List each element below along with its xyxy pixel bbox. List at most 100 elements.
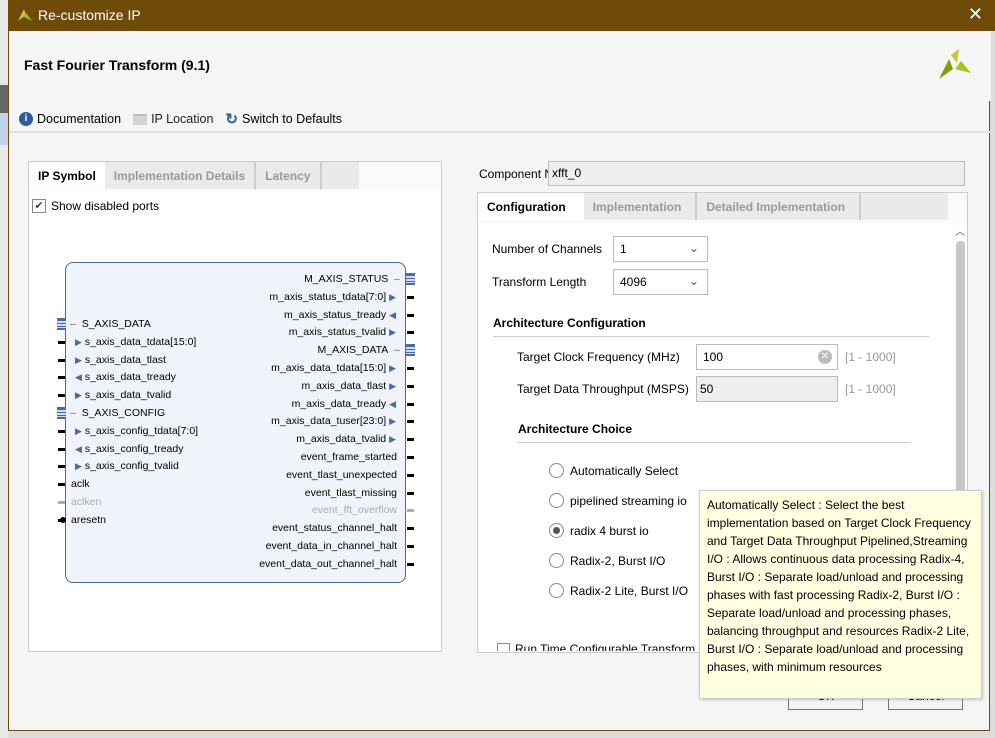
left-port: aresetn [71,513,107,526]
port-pin [58,394,65,398]
tab-ip-symbol[interactable]: IP Symbol [29,162,105,189]
right-port: m_axis_data_tdata[15:0] ▶ [271,362,396,374]
architecture-tooltip: Automatically Select : Select the best i… [699,490,982,699]
right-port: event_data_out_channel_halt [259,557,397,570]
tab-implementation-details[interactable]: Implementation Details [105,162,257,189]
bus-interface-icon [406,344,415,357]
left-port: ◀ s_axis_data_tready [75,371,176,384]
close-button[interactable]: ✕ [968,4,983,25]
input-arrow-icon: ▶ [75,461,82,472]
right-port: event_data_in_channel_halt [265,540,397,552]
left-port: ◀ s_axis_config_tready [75,442,184,455]
input-arrow-icon: ▶ [75,425,82,436]
right-port: m_axis_status_tdata[7:0] ▶ [269,290,396,303]
scroll-up-icon[interactable]: ︿ [955,223,965,238]
tab-implementation[interactable]: Implementation [584,193,698,220]
right-port: m_axis_data_tuser[23:0] ▶ [271,415,396,428]
right-port: M_AXIS_STATUS – [304,273,400,285]
port-pin [407,384,414,388]
input-arrow-icon: ◀ [389,398,396,409]
port-pin [58,358,65,362]
left-port: aclk [71,478,90,491]
channels-select[interactable]: 1 ⌄ [613,236,708,262]
port-pin [407,367,414,370]
chevron-down-icon: ⌄ [688,241,699,255]
port-pin [407,313,414,317]
output-arrow-icon: ▶ [389,416,396,427]
port-pin [407,491,414,495]
left-port: aclken [71,496,102,508]
right-port: m_axis_status_tready ◀ [284,308,396,321]
port-pin [407,295,414,299]
right-port: event_tlast_missing [304,486,397,499]
radio-icon [549,523,564,538]
checkbox-checked-icon: ✔ [32,199,46,213]
right-port: event_status_channel_halt [272,522,397,535]
port-pin [407,509,414,513]
divider [9,131,991,133]
show-disabled-ports-checkbox[interactable]: ✔ Show disabled ports [32,199,159,213]
arch-option-radio[interactable]: Radix-2, Burst I/O [549,553,665,568]
xilinx-logo-icon [939,49,971,79]
port-pin [58,429,65,433]
right-tabs: Configuration Implementation Detailed Im… [478,193,948,220]
chevron-down-icon: ⌄ [688,274,699,288]
bus-interface-icon [57,407,66,419]
architecture-choice-heading: Architecture Choice [518,422,910,443]
throughput-range: [1 - 1000] [845,382,896,396]
ip-location-button[interactable]: IP Location [133,109,213,129]
ip-name: Fast Fourier Transform (9.1) [24,57,210,73]
runtime-configurable-checkbox[interactable]: Run Time Configurable Transform [478,640,698,651]
port-pin [407,527,414,531]
window-title: Re-customize IP [38,7,141,23]
right-port: event_frame_started [300,451,397,463]
bus-interface-icon [57,318,66,330]
radio-icon [549,493,564,508]
clock-frequency-label: Target Clock Frequency (MHz) [517,350,680,364]
output-arrow-icon: ▶ [389,363,396,373]
toolbar: i Documentation IP Location ↻ Switch to De… [19,109,342,129]
left-port: – S_AXIS_DATA [70,318,151,330]
throughput-input[interactable]: 50 [696,376,838,402]
port-pin [58,376,65,380]
output-arrow-icon: ▶ [389,327,396,338]
clock-frequency-input[interactable]: 100 ✕ [696,344,838,370]
clear-icon[interactable]: ✕ [818,350,832,364]
documentation-button[interactable]: i Documentation [19,109,121,129]
left-port: ▶ s_axis_config_tdata[7:0] [75,424,199,437]
arch-option-radio[interactable]: Automatically Select [549,463,678,478]
port-pin [58,501,65,504]
tab-latency[interactable]: Latency [256,162,322,189]
left-port: ▶ s_axis_data_tdata[15:0] [75,335,197,348]
port-pin [407,402,414,406]
background-app-bar [0,85,8,113]
input-arrow-icon: ▶ [75,354,82,365]
component-name-input[interactable]: xfft_0 [548,161,965,186]
refresh-icon: ↻ [225,111,238,128]
architecture-configuration-heading: Architecture Configuration [493,316,929,337]
right-port: m_axis_data_tvalid ▶ [296,433,396,446]
arch-option-radio[interactable]: radix 4 burst io [549,523,649,538]
output-arrow-icon: ▶ [389,434,396,445]
checkbox-icon [497,643,510,651]
inverted-pin-icon [60,516,66,523]
arch-option-radio[interactable]: pipelined streaming io [549,493,687,508]
input-arrow-icon: ◀ [389,309,396,320]
channels-label: Number of Channels [492,242,603,256]
xilinx-logo-icon [18,9,32,21]
transform-length-select[interactable]: 4096 ⌄ [613,269,708,295]
port-pin [58,483,65,487]
tab-detailed-implementation[interactable]: Detailed Implementation [697,193,862,220]
arch-option-radio[interactable]: Radix-2 Lite, Burst I/O [549,583,688,598]
left-port: ▶ s_axis_data_tlast [75,353,166,366]
right-port: event_tlast_unexpected [286,468,397,481]
output-arrow-icon: ◀ [75,372,82,383]
radio-icon [549,583,564,598]
folder-icon [133,113,148,125]
switch-to-defaults-button[interactable]: ↻ Switch to Defaults [225,109,342,129]
left-port: ▶ s_axis_config_tvalid [75,460,179,473]
tab-configuration[interactable]: Configuration [478,193,584,220]
port-pin [407,545,414,548]
radio-icon [549,553,564,568]
right-port: m_axis_status_tvalid ▶ [288,326,396,339]
